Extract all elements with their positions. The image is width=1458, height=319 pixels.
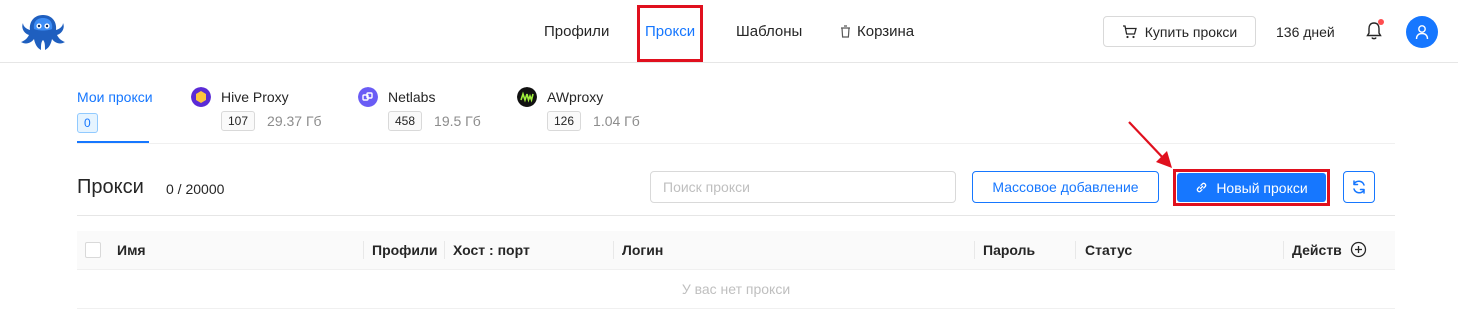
section-divider: [77, 215, 1395, 216]
tab-awproxy[interactable]: AWproxy 126 1.04 Гб: [547, 89, 640, 131]
search-input[interactable]: [650, 171, 956, 203]
tab-netlabs[interactable]: Netlabs 458 19.5 Гб: [388, 89, 481, 131]
new-proxy-button[interactable]: Новый прокси: [1177, 173, 1326, 202]
nav-profiles[interactable]: Профили: [544, 23, 609, 40]
trash-icon: [841, 25, 850, 38]
empty-state: У вас нет прокси: [77, 270, 1395, 309]
col-separator: [974, 241, 975, 259]
select-all-checkbox[interactable]: [85, 242, 101, 258]
subscription-days: 136 дней: [1276, 24, 1335, 40]
buy-proxy-button[interactable]: Купить прокси: [1103, 16, 1256, 47]
col-host-port: Хост : порт: [453, 242, 530, 258]
tab-hive-proxy[interactable]: Hive Proxy 107 29.37 Гб: [221, 89, 322, 131]
col-profiles: Профили: [372, 242, 438, 258]
col-separator: [1283, 241, 1284, 259]
hive-proxy-icon: [191, 87, 211, 107]
col-actions: Действия: [1292, 242, 1342, 258]
new-proxy-label: Новый прокси: [1216, 179, 1308, 196]
tab-my-proxies-count: 0: [77, 113, 98, 133]
cart-icon: [1122, 24, 1137, 38]
add-column-icon[interactable]: [1350, 241, 1367, 258]
tab-netlabs-label: Netlabs: [388, 89, 436, 105]
notification-dot: [1378, 19, 1384, 25]
tab-my-proxies-label: Мои прокси: [77, 89, 153, 105]
tab-netlabs-size: 19.5 Гб: [434, 113, 481, 129]
tab-hive-proxy-count: 107: [221, 111, 256, 131]
tab-netlabs-count: 458: [388, 111, 423, 131]
refresh-icon: [1353, 180, 1365, 194]
nav-trash-label: Корзина: [857, 23, 915, 40]
awproxy-icon: [517, 87, 537, 107]
tab-awproxy-label: AWproxy: [547, 89, 604, 105]
nav-proxies-highlight: [637, 5, 703, 62]
col-name: Имя: [117, 242, 146, 258]
refresh-button[interactable]: [1343, 171, 1375, 203]
tab-awproxy-count: 126: [547, 111, 582, 131]
annotation-arrow-icon: [1128, 121, 1172, 168]
tabs-divider: [77, 143, 1395, 144]
buy-proxy-label: Купить прокси: [1144, 23, 1238, 40]
link-icon: [1197, 182, 1207, 193]
col-separator: [444, 241, 445, 259]
col-separator: [613, 241, 614, 259]
user-icon: [1415, 25, 1429, 40]
tab-my-proxies[interactable]: Мои прокси 0: [77, 89, 153, 133]
nav-trash[interactable]: Корзина: [840, 23, 914, 40]
col-separator: [1075, 241, 1076, 259]
netlabs-icon: [358, 87, 378, 107]
col-login: Логин: [622, 242, 664, 258]
nav-templates[interactable]: Шаблоны: [736, 23, 802, 40]
page-title: Прокси: [77, 176, 144, 198]
col-password: Пароль: [983, 242, 1036, 258]
tab-hive-proxy-size: 29.37 Гб: [267, 113, 322, 129]
proxy-count: 0 / 20000: [166, 181, 225, 197]
col-status: Статус: [1085, 242, 1133, 258]
tab-awproxy-size: 1.04 Гб: [593, 113, 640, 129]
tab-hive-proxy-label: Hive Proxy: [221, 89, 289, 105]
top-header: Профили Прокси Шаблоны Корзина Купить пр…: [0, 0, 1458, 63]
table-header: Имя Профили Хост : порт Логин Пароль Ста…: [77, 231, 1395, 270]
bulk-add-button[interactable]: Массовое добавление: [972, 171, 1159, 203]
user-avatar[interactable]: [1406, 16, 1438, 48]
col-separator: [363, 241, 364, 259]
octopus-logo-icon[interactable]: [20, 12, 66, 52]
active-tab-indicator: [77, 141, 149, 143]
